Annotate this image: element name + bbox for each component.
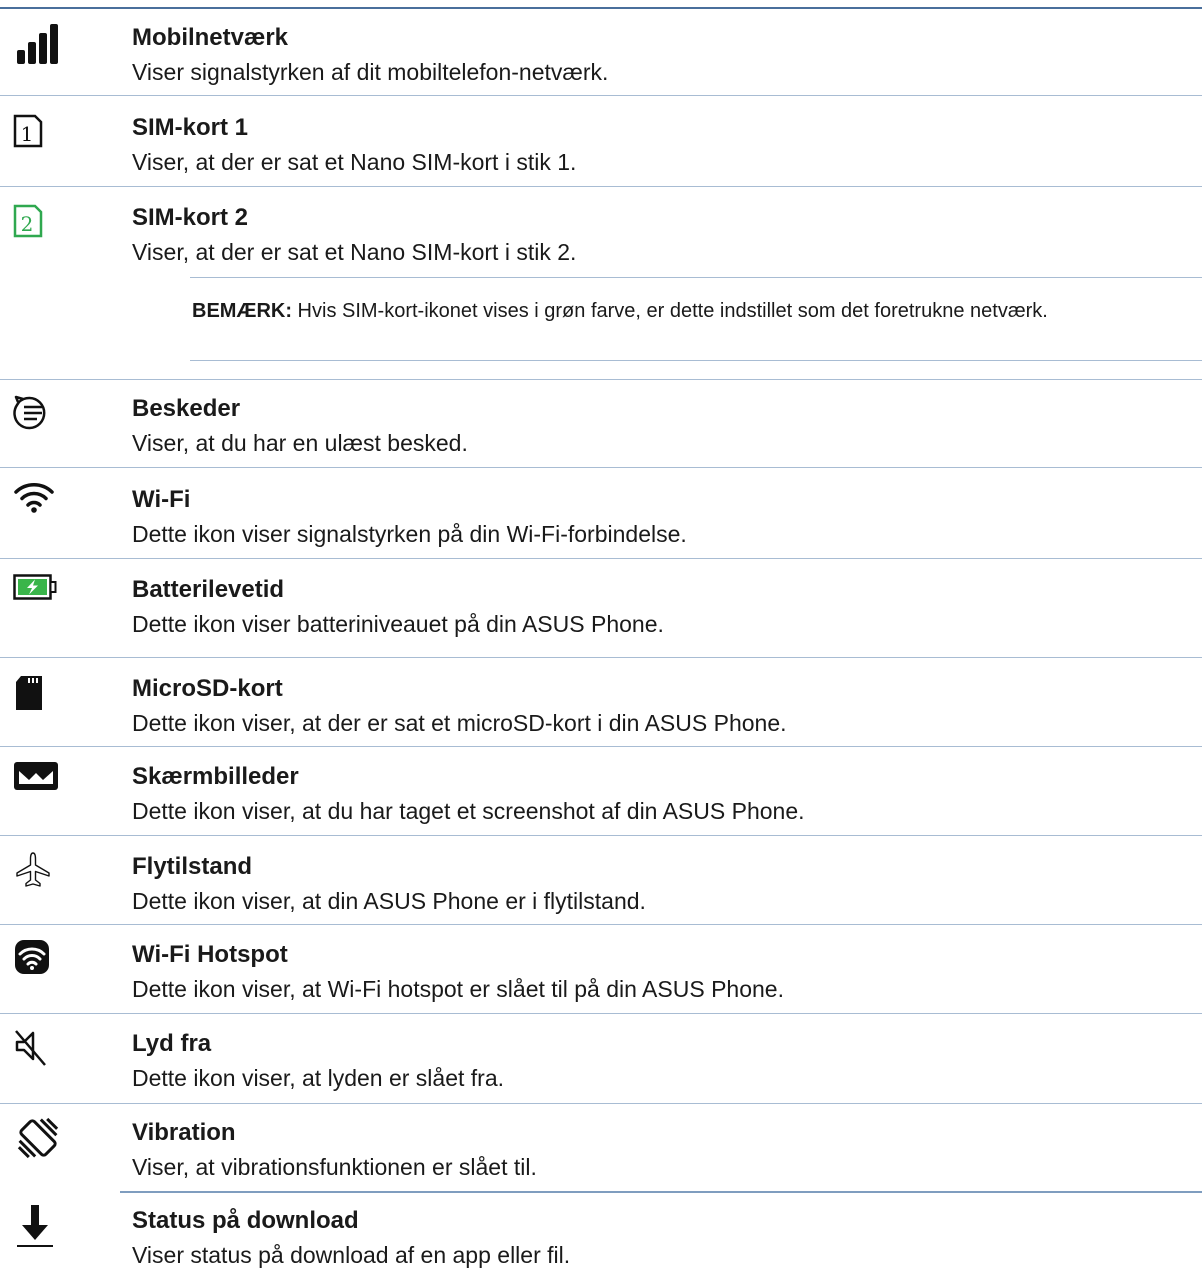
- divider: [0, 657, 1202, 658]
- item-title: Wi-Fi: [132, 486, 191, 513]
- signal-bars-icon: [13, 22, 63, 64]
- note-label: BEMÆRK:: [192, 300, 292, 322]
- note-bottom-rule: [190, 360, 1202, 361]
- svg-text:1: 1: [21, 122, 34, 146]
- download-icon: [13, 1203, 63, 1247]
- item-description: Viser, at du har en ulæst besked.: [132, 430, 468, 456]
- item-title: SIM-kort 2: [132, 204, 249, 231]
- item-description: Viser, at der er sat et Nano SIM-kort i …: [132, 239, 577, 265]
- item-description: Dette ikon viser, at lyden er slået fra.: [132, 1065, 505, 1091]
- divider: [0, 467, 1202, 468]
- sim-card-1-icon: 1: [13, 114, 63, 154]
- item-title: Batterilevetid: [132, 576, 285, 603]
- vibration-icon: [13, 1115, 63, 1159]
- item-title: Skærmbilleder: [132, 763, 299, 790]
- microsd-card-icon: [13, 674, 63, 714]
- divider: [0, 95, 1202, 96]
- item-description: Viser, at der er sat et Nano SIM-kort i …: [132, 149, 577, 175]
- item-description: Dette ikon viser, at din ASUS Phone er i…: [132, 888, 646, 914]
- top-rule: [0, 7, 1202, 9]
- item-title: Wi-Fi Hotspot: [132, 941, 288, 968]
- divider: [120, 1191, 1202, 1193]
- wifi-icon: [13, 480, 63, 520]
- mute-icon: [13, 1028, 63, 1068]
- wifi-hotspot-icon: [13, 938, 63, 978]
- svg-text:2: 2: [21, 212, 34, 236]
- item-description: Dette ikon viser, at du har taget et scr…: [132, 798, 805, 824]
- divider: [0, 1103, 1202, 1104]
- item-description: Dette ikon viser signalstyrken på din Wi…: [132, 521, 687, 547]
- item-title: Lyd fra: [132, 1030, 212, 1057]
- sim-card-2-icon: 2: [13, 204, 63, 244]
- item-description: Dette ikon viser batteriniveauet på din …: [132, 611, 664, 637]
- item-description: Viser signalstyrken af dit mobiltelefon-…: [132, 59, 609, 85]
- message-icon: [13, 393, 63, 433]
- divider: [0, 1013, 1202, 1014]
- item-title: Flytilstand: [132, 853, 253, 880]
- divider: [0, 379, 1202, 380]
- note: BEMÆRK: Hvis SIM-kort-ikonet vises i grø…: [192, 296, 1192, 326]
- divider: [0, 186, 1202, 187]
- divider: [0, 924, 1202, 925]
- divider: [0, 558, 1202, 559]
- item-description: Viser status på download af en app eller…: [132, 1242, 571, 1268]
- item-title: Status på download: [132, 1207, 359, 1234]
- airplane-icon: [13, 850, 63, 890]
- item-description: Dette ikon viser, at Wi-Fi hotspot er sl…: [132, 976, 784, 1002]
- battery-icon: [13, 574, 63, 614]
- item-title: Beskeder: [132, 395, 241, 422]
- note-top-rule: [190, 277, 1202, 278]
- item-title: Vibration: [132, 1119, 236, 1146]
- item-description: Viser, at vibrationsfunktionen er slået …: [132, 1154, 537, 1180]
- item-title: Mobilnetværk: [132, 24, 289, 51]
- screenshot-icon: [13, 761, 63, 801]
- item-description: Dette ikon viser, at der er sat et micro…: [132, 710, 787, 736]
- item-title: MicroSD-kort: [132, 675, 283, 702]
- divider: [0, 835, 1202, 836]
- note-text: Hvis SIM-kort-ikonet vises i grøn farve,…: [292, 300, 1048, 322]
- divider: [0, 746, 1202, 747]
- item-title: SIM-kort 1: [132, 114, 249, 141]
